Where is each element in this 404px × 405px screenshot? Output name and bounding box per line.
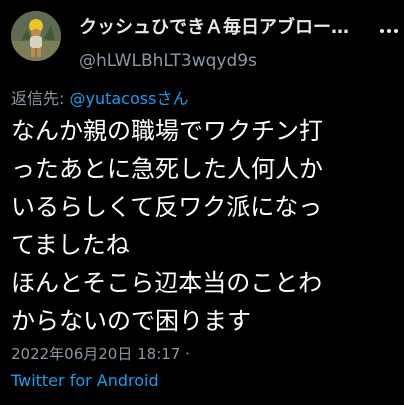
tweet-client-link[interactable]: Twitter for Android <box>11 370 159 392</box>
more-options-button[interactable] <box>378 24 400 38</box>
tweet-timestamp[interactable]: 2022年06月20日 18:17 · <box>11 344 190 364</box>
tweet-text-line: なんか親の職場でワクチン打 <box>11 117 323 145</box>
avatar-image <box>11 11 61 61</box>
tweet-text-line: ったあとに急死した人何人か <box>11 155 323 183</box>
reply-to-line: 返信先: @yutacossさん <box>11 88 188 110</box>
tweet-text-line: てましたね <box>11 231 130 259</box>
author-display-name[interactable]: クッシュひできＡ毎日アブロー… <box>79 17 374 39</box>
more-dots-icon <box>380 29 398 33</box>
reply-user-link[interactable]: @yutacoss <box>69 89 156 108</box>
tweet-text: なんか親の職場でワクチン打 ったあとに急死した人何人か いるらしくて反ワク派にな… <box>11 112 401 340</box>
tweet-text-line: からないので困ります <box>11 307 251 335</box>
author-handle[interactable]: @hLWLBhLT3wqyd9s <box>79 50 257 72</box>
reply-suffix: さん <box>156 89 189 108</box>
avatar[interactable] <box>11 11 61 61</box>
tweet-text-line: いるらしくて反ワク派になっ <box>11 193 323 221</box>
reply-prefix: 返信先: <box>11 89 70 108</box>
tweet-text-line: ほんとそこら辺本当のことわ <box>11 269 323 297</box>
